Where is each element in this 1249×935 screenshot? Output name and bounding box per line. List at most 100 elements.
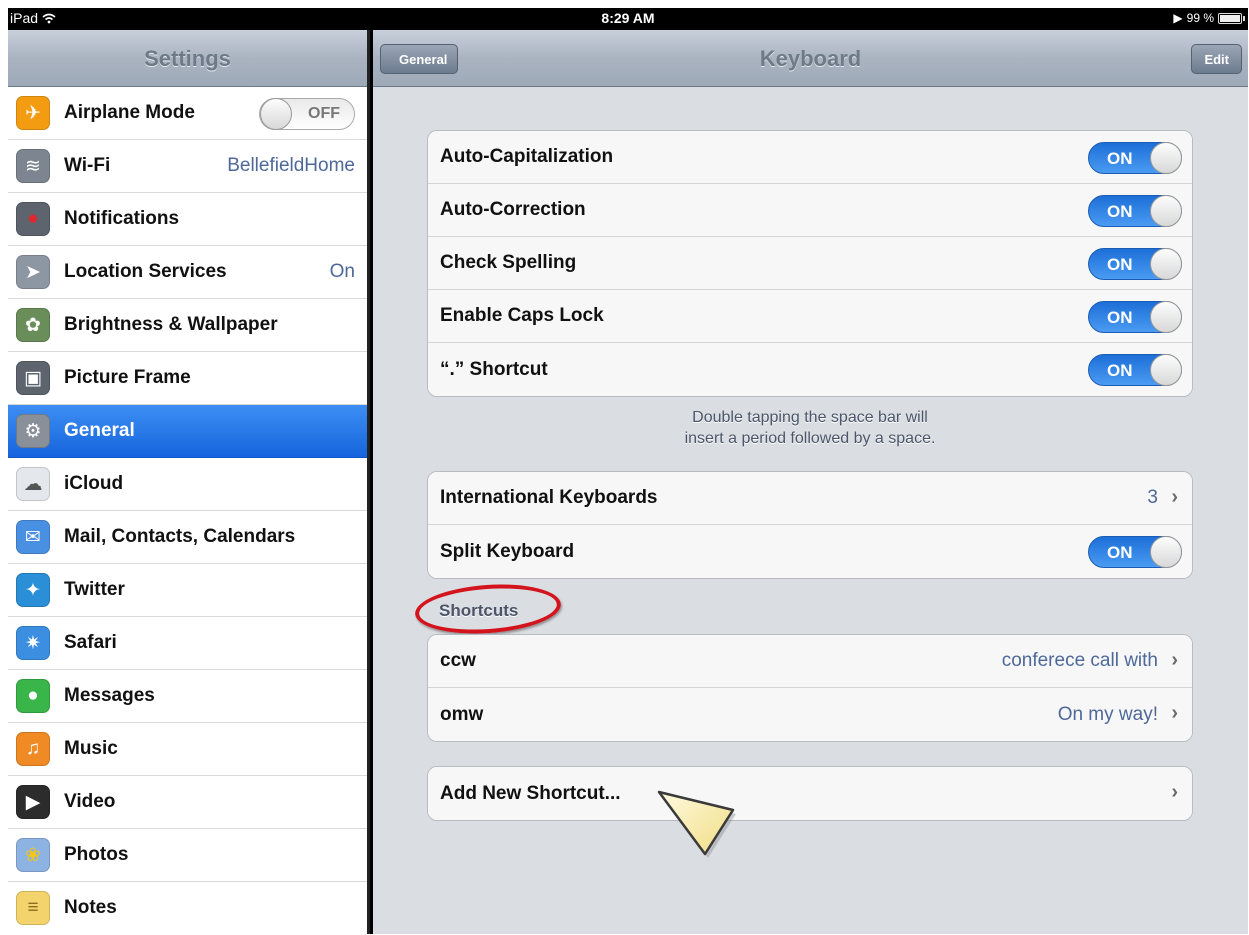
- sidebar-item-location-services[interactable]: ➤ Location Services On: [8, 246, 367, 299]
- shortcut-phrase: ccw: [440, 650, 476, 671]
- switch-knob: [1150, 142, 1182, 174]
- auto-correction-switch[interactable]: ON: [1088, 195, 1182, 227]
- row-auto-correction: Auto-Correction ON: [428, 184, 1192, 237]
- footnote-line: Double tapping the space bar will: [692, 409, 928, 426]
- sidebar-item-picture-frame[interactable]: ▣ Picture Frame: [8, 352, 367, 405]
- sidebar-item-notifications[interactable]: ● Notifications: [8, 193, 367, 246]
- play-indicator-icon: ▶: [1173, 11, 1183, 25]
- switch-knob: [1150, 354, 1182, 386]
- sidebar-item-label: Location Services: [64, 261, 227, 282]
- switch-state: OFF: [308, 105, 340, 122]
- keyboard-count: 3: [1147, 487, 1158, 508]
- check-spelling-switch[interactable]: ON: [1088, 248, 1182, 280]
- sidebar-item-general[interactable]: ⚙ General: [8, 405, 367, 458]
- sidebar-item-messages[interactable]: ● Messages: [8, 670, 367, 723]
- wifi-network-name: BellefieldHome: [227, 155, 355, 176]
- switch-state: ON: [1107, 543, 1133, 562]
- row-international-keyboards[interactable]: International Keyboards 3 ›: [428, 472, 1192, 525]
- sidebar-item-notes[interactable]: ≡ Notes: [8, 882, 367, 934]
- notifications-icon: ●: [16, 202, 50, 236]
- location-icon: ➤: [16, 255, 50, 289]
- sidebar-item-video[interactable]: ▶ Video: [8, 776, 367, 829]
- highlight-ellipse: [413, 579, 563, 639]
- row-label: Auto-Correction: [440, 199, 586, 220]
- switch-knob: [1150, 536, 1182, 568]
- sidebar-item-label: Picture Frame: [64, 367, 191, 388]
- sidebar-item-brightness-wallpaper[interactable]: ✿ Brightness & Wallpaper: [8, 299, 367, 352]
- row-label: “.” Shortcut: [440, 358, 548, 380]
- row-label: Auto-Capitalization: [440, 146, 614, 167]
- keyboard-settings-panel: General Keyboard Edit Auto-Capitalizatio…: [373, 30, 1248, 934]
- sidebar-item-photos[interactable]: ❀ Photos: [8, 829, 367, 882]
- sidebar-item-label: Music: [64, 738, 118, 759]
- shortcut-expansion: On my way!: [1057, 703, 1158, 725]
- keyboards-group: International Keyboards 3 › Split Keyboa…: [427, 471, 1193, 579]
- sidebar-item-airplane-mode[interactable]: ✈ Airplane Mode OFF: [8, 87, 367, 140]
- twitter-icon: ✦: [16, 573, 50, 607]
- switch-state: ON: [1107, 361, 1133, 380]
- music-icon: ♫: [16, 732, 50, 766]
- sidebar-item-label: Notifications: [64, 208, 180, 229]
- sidebar-item-label: Brightness & Wallpaper: [64, 314, 278, 335]
- edit-button[interactable]: Edit: [1191, 44, 1242, 74]
- sidebar-item-label: Photos: [64, 844, 129, 865]
- shortcut-phrase: omw: [440, 703, 484, 725]
- keyboard-toggles-group: Auto-Capitalization ON Auto-Correction O…: [427, 130, 1193, 397]
- pointer-arrow-icon: [657, 790, 736, 858]
- airplane-mode-switch[interactable]: OFF: [259, 98, 355, 130]
- sidebar-title: Settings: [144, 46, 231, 71]
- switch-state: ON: [1107, 202, 1133, 221]
- footnote-line: insert a period followed by a space.: [684, 430, 936, 447]
- main-nav-bar: General Keyboard Edit: [373, 30, 1248, 87]
- period-shortcut-switch[interactable]: ON: [1088, 354, 1182, 386]
- status-bar: iPad 8:29 AM ▶ 99 %: [8, 8, 1248, 30]
- status-time: 8:29 AM: [601, 10, 655, 26]
- sidebar-item-label: Twitter: [64, 579, 125, 600]
- row-label: Add New Shortcut...: [440, 782, 621, 804]
- cloud-icon: ☁: [16, 467, 50, 501]
- row-period-shortcut: “.” Shortcut ON: [428, 343, 1192, 396]
- enable-caps-lock-switch[interactable]: ON: [1088, 301, 1182, 333]
- location-services-value: On: [329, 261, 355, 282]
- sidebar-item-label: iCloud: [64, 473, 124, 494]
- photos-icon: ❀: [16, 838, 50, 872]
- sidebar-item-label: Notes: [64, 897, 117, 918]
- switch-state: ON: [1107, 149, 1133, 168]
- mail-icon: ✉: [16, 520, 50, 554]
- switch-knob: [1150, 195, 1182, 227]
- switch-knob: [1150, 248, 1182, 280]
- ipad-screen: iPad 8:29 AM ▶ 99 % Settings ✈ Airplane …: [8, 8, 1248, 934]
- status-right: ▶ 99 %: [1173, 11, 1245, 25]
- sidebar-item-mail-contacts-calendars[interactable]: ✉ Mail, Contacts, Calendars: [8, 511, 367, 564]
- sidebar-item-twitter[interactable]: ✦ Twitter: [8, 564, 367, 617]
- sidebar-item-safari[interactable]: ✷ Safari: [8, 617, 367, 670]
- row-label: Split Keyboard: [440, 540, 575, 562]
- row-shortcut[interactable]: ccw conferece call with ›: [428, 635, 1192, 688]
- period-shortcut-footnote: Double tapping the space bar will insert…: [427, 407, 1193, 449]
- gear-icon: ⚙: [16, 414, 50, 448]
- battery-icon: [1218, 12, 1245, 24]
- switch-knob: [1150, 301, 1182, 333]
- sidebar-item-icloud[interactable]: ☁ iCloud: [8, 458, 367, 511]
- switch-state: ON: [1107, 308, 1133, 327]
- wifi-icon: ≋: [16, 149, 50, 183]
- sidebar-item-label: Video: [64, 791, 116, 812]
- row-label: Check Spelling: [440, 252, 577, 273]
- sidebar-item-label: Mail, Contacts, Calendars: [64, 526, 296, 547]
- sidebar-item-music[interactable]: ♫ Music: [8, 723, 367, 776]
- sidebar-item-label: General: [64, 420, 135, 441]
- row-enable-caps-lock: Enable Caps Lock ON: [428, 290, 1192, 343]
- row-shortcut[interactable]: omw On my way! ›: [428, 688, 1192, 741]
- row-split-keyboard: Split Keyboard ON: [428, 525, 1192, 578]
- brightness-icon: ✿: [16, 308, 50, 342]
- row-check-spelling: Check Spelling ON: [428, 237, 1192, 290]
- split-keyboard-switch[interactable]: ON: [1088, 536, 1182, 568]
- row-label: Enable Caps Lock: [440, 305, 604, 326]
- row-label: International Keyboards: [440, 487, 658, 508]
- add-new-shortcut-button[interactable]: Add New Shortcut... ›: [428, 767, 1192, 820]
- auto-capitalization-switch[interactable]: ON: [1088, 142, 1182, 174]
- shortcuts-group: ccw conferece call with › omw On my way!…: [427, 634, 1193, 742]
- chevron-right-icon: ›: [1171, 702, 1178, 724]
- page-title: Keyboard: [759, 46, 862, 71]
- sidebar-item-wifi[interactable]: ≋ Wi-Fi BellefieldHome: [8, 140, 367, 193]
